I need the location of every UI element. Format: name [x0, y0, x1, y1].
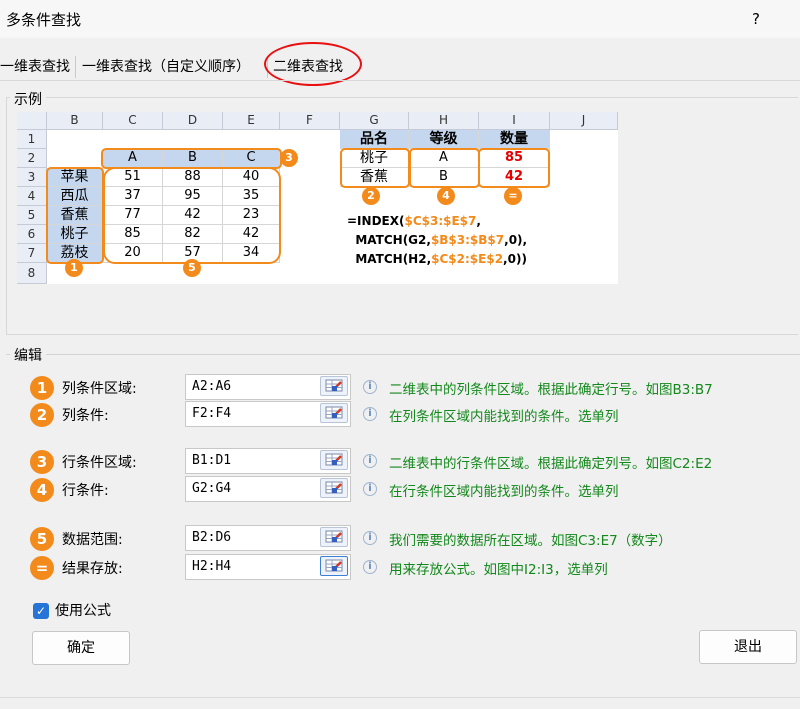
col-condition-range-highlight: [101, 148, 282, 169]
result-range-highlight: [478, 148, 550, 188]
info-icon: i: [363, 531, 377, 545]
row-header: 7: [17, 244, 47, 263]
marker-5-icon: 5: [183, 259, 201, 277]
lookup-header-cell: 品名: [340, 130, 409, 149]
field-label: 数据范围:: [62, 532, 123, 548]
row-header: 5: [17, 206, 47, 225]
row-criteria-highlight: [340, 148, 410, 188]
range-picker-icon[interactable]: [320, 403, 348, 423]
tab-1d-lookup[interactable]: 一维表查找: [0, 56, 70, 76]
field-label: 行条件:: [62, 483, 109, 499]
marker-3-icon: 3: [30, 450, 54, 474]
tab-separator: [75, 56, 76, 78]
use-formula-label[interactable]: 使用公式: [55, 600, 111, 620]
marker-2-icon: 2: [30, 403, 54, 427]
field-label: 列条件区域:: [62, 381, 137, 397]
marker-4-icon: 4: [437, 187, 455, 205]
tab-underline: [0, 80, 800, 81]
range-picker-icon[interactable]: [320, 450, 348, 470]
marker-1-icon: 1: [65, 259, 83, 277]
col-header-f: F: [280, 112, 340, 130]
field-description: 二维表中的列条件区域。根据此确定行号。如图B3:B7: [389, 382, 713, 398]
marker-1-icon: 1: [30, 376, 54, 400]
lookup-header-cell: 等级: [409, 130, 479, 149]
row-header: 8: [17, 263, 47, 284]
col-header-g: G: [340, 112, 409, 130]
info-icon: i: [363, 380, 377, 394]
bottom-divider: [0, 697, 800, 698]
col-header-h: H: [409, 112, 479, 130]
info-icon: i: [363, 407, 377, 421]
field-description: 我们需要的数据所在区域。如图C3:E7（数字）: [389, 533, 672, 549]
row-header: 2: [17, 149, 47, 168]
sheet-corner: [17, 112, 47, 130]
range-picker-icon[interactable]: [320, 478, 348, 498]
row-condition-range-highlight: [46, 167, 104, 264]
marker-result-icon: =: [504, 187, 522, 205]
row-header: 3: [17, 168, 47, 187]
info-icon: i: [363, 482, 377, 496]
field-description: 用来存放公式。如图中I2:I3，选单列: [389, 562, 608, 578]
range-picker-icon[interactable]: [320, 376, 348, 396]
example-spreadsheet: B C D E F G H I J 1 2 3 4 5 6 7 8 A B C …: [17, 112, 618, 284]
marker-5-icon: 5: [30, 527, 54, 551]
info-icon: i: [363, 560, 377, 574]
window-title: 多条件查找: [6, 11, 82, 29]
field-label: 结果存放:: [62, 561, 123, 577]
row-header: 1: [17, 130, 47, 149]
marker-2-icon: 2: [362, 187, 380, 205]
col-header-d: D: [163, 112, 223, 130]
row-header: 4: [17, 187, 47, 206]
tab-1d-lookup-custom-order[interactable]: 一维表查找（自定义顺序）: [82, 56, 250, 76]
field-label: 行条件区域:: [62, 455, 137, 471]
title-bar: [0, 0, 800, 38]
range-picker-icon[interactable]: [320, 527, 348, 547]
col-header-c: C: [103, 112, 163, 130]
row-header: 6: [17, 225, 47, 244]
col-header-e: E: [223, 112, 280, 130]
edit-group-label: 编辑: [10, 345, 46, 365]
example-formula: =INDEX($C$3:$E$7, MATCH(G2,$B$3:$B$7,0),…: [347, 214, 528, 266]
marker-4-icon: 4: [30, 478, 54, 502]
help-button[interactable]: ?: [752, 10, 760, 28]
example-group-label: 示例: [10, 89, 46, 109]
col-header-j: J: [550, 112, 618, 130]
col-header-i: I: [479, 112, 550, 130]
marker-result-icon: =: [30, 556, 54, 580]
ok-button[interactable]: 确定: [32, 631, 130, 665]
edit-group-border: [6, 354, 800, 355]
exit-button[interactable]: 退出: [699, 630, 797, 664]
data-range-highlight: [103, 167, 281, 264]
col-header-b: B: [47, 112, 103, 130]
range-picker-icon[interactable]: [320, 556, 348, 576]
field-label: 列条件:: [62, 408, 109, 424]
field-description: 二维表中的行条件区域。根据此确定列号。如图C2:E2: [389, 456, 713, 472]
field-description: 在行条件区域内能找到的条件。选单列: [389, 484, 619, 500]
marker-3-icon: 3: [280, 149, 298, 167]
col-criteria-highlight: [409, 148, 480, 188]
info-icon: i: [363, 454, 377, 468]
lookup-header-cell: 数量: [479, 130, 550, 149]
use-formula-checkbox[interactable]: ✓: [33, 603, 49, 619]
field-description: 在列条件区域内能找到的条件。选单列: [389, 409, 619, 425]
